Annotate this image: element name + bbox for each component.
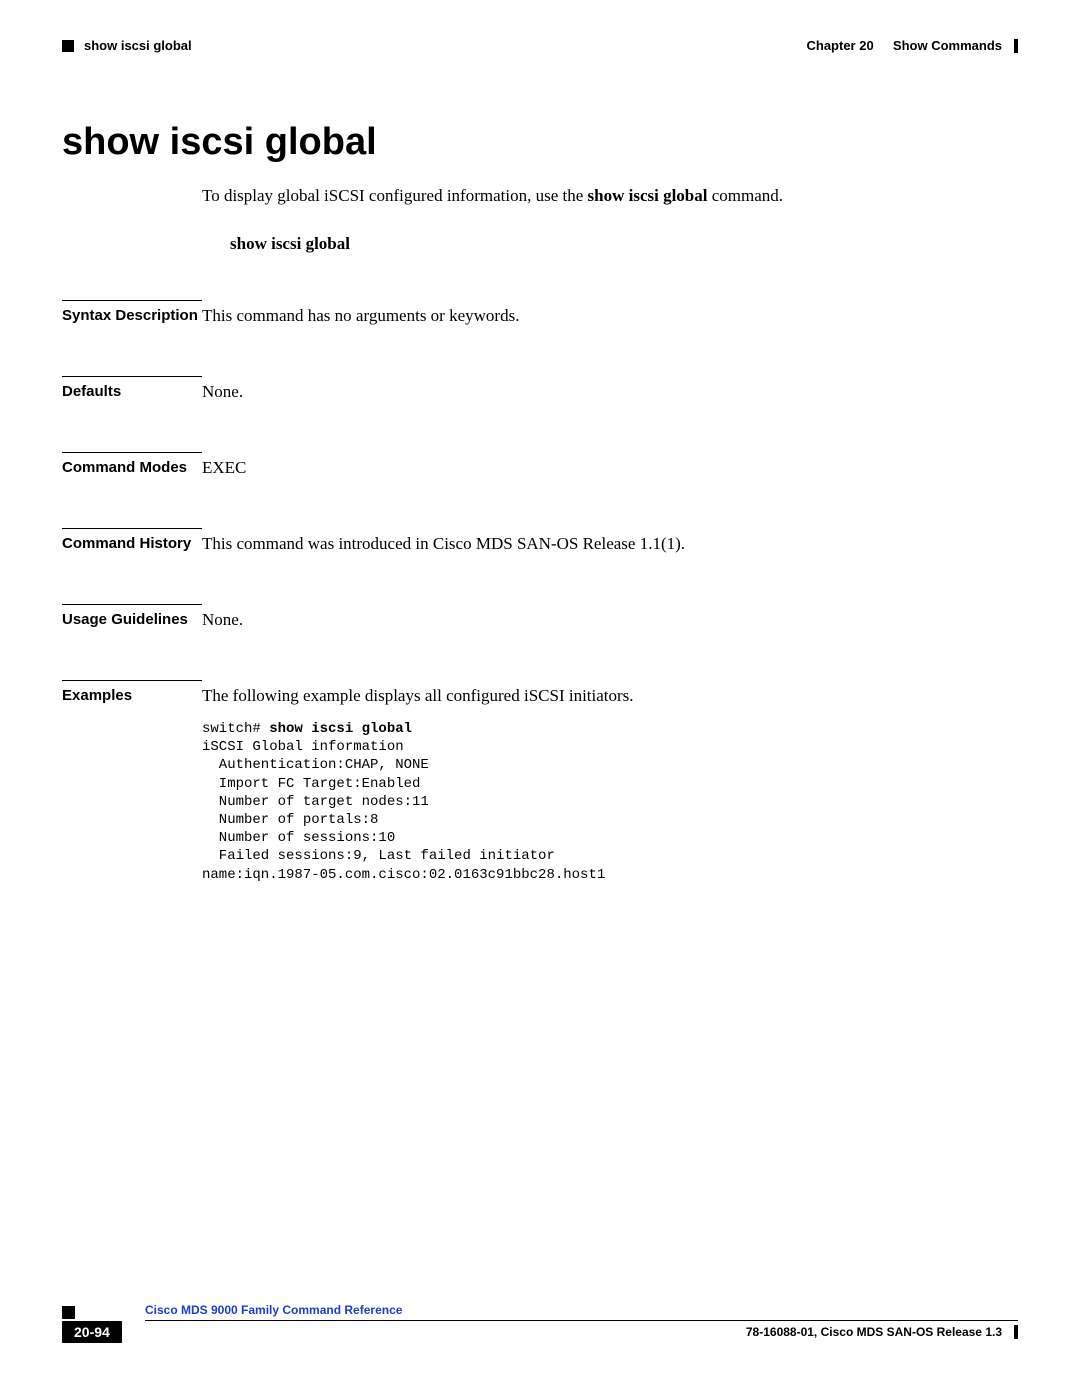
header-square-icon	[62, 40, 74, 52]
page-header: show iscsi global Chapter 20 Show Comman…	[0, 0, 1080, 53]
footer-top: Cisco MDS 9000 Family Command Reference	[62, 1299, 1018, 1321]
footer-book-title: Cisco MDS 9000 Family Command Reference	[145, 1303, 1018, 1321]
section-label: Defaults	[62, 376, 202, 402]
section-label: Command Modes	[62, 452, 202, 478]
section-usage-guidelines: Usage Guidelines None.	[62, 604, 1018, 630]
footer-bottom: 20-94 78-16088-01, Cisco MDS SAN-OS Rele…	[62, 1321, 1018, 1343]
header-chapter-title: Show Commands	[893, 38, 1002, 53]
syntax-display: show iscsi global	[230, 234, 1018, 254]
section-label: Examples	[62, 680, 202, 884]
section-command-modes: Command Modes EXEC	[62, 452, 1018, 478]
section-label: Syntax Description	[62, 300, 202, 326]
intro-prefix: To display global iSCSI configured infor…	[202, 186, 588, 205]
page-footer: Cisco MDS 9000 Family Command Reference …	[62, 1299, 1018, 1343]
section-label: Command History	[62, 528, 202, 554]
code-command: show iscsi global	[269, 721, 412, 737]
code-block: switch# show iscsi global iSCSI Global i…	[202, 720, 1018, 884]
header-left: show iscsi global	[62, 38, 192, 53]
intro-text: To display global iSCSI configured infor…	[202, 186, 1018, 206]
footer-square-icon	[62, 1306, 75, 1319]
section-syntax-description: Syntax Description This command has no a…	[62, 300, 1018, 326]
header-right: Chapter 20 Show Commands	[806, 38, 1018, 53]
header-chapter-label: Chapter 20	[806, 38, 873, 53]
example-intro: The following example displays all confi…	[202, 686, 1018, 706]
section-content: This command has no arguments or keyword…	[202, 300, 1018, 326]
section-examples: Examples The following example displays …	[62, 680, 1018, 884]
section-content: This command was introduced in Cisco MDS…	[202, 528, 1018, 554]
header-bar-icon	[1014, 39, 1018, 53]
section-content: None.	[202, 604, 1018, 630]
page-content: show iscsi global To display global iSCS…	[0, 53, 1080, 884]
footer-release-wrap: 78-16088-01, Cisco MDS SAN-OS Release 1.…	[746, 1323, 1018, 1341]
section-label: Usage Guidelines	[62, 604, 202, 630]
section-command-history: Command History This command was introdu…	[62, 528, 1018, 554]
footer-release-info: 78-16088-01, Cisco MDS SAN-OS Release 1.…	[746, 1325, 1002, 1339]
code-output: iSCSI Global information Authentication:…	[202, 739, 605, 882]
header-section-name: show iscsi global	[84, 38, 192, 53]
page-title: show iscsi global	[62, 121, 1018, 164]
footer-bar-icon	[1014, 1325, 1018, 1339]
section-content: The following example displays all confi…	[202, 680, 1018, 884]
section-defaults: Defaults None.	[62, 376, 1018, 402]
code-prompt: switch#	[202, 721, 269, 737]
intro-suffix: command.	[708, 186, 784, 205]
section-content: EXEC	[202, 452, 1018, 478]
section-content: None.	[202, 376, 1018, 402]
page-number: 20-94	[62, 1321, 122, 1343]
intro-command: show iscsi global	[588, 186, 708, 205]
